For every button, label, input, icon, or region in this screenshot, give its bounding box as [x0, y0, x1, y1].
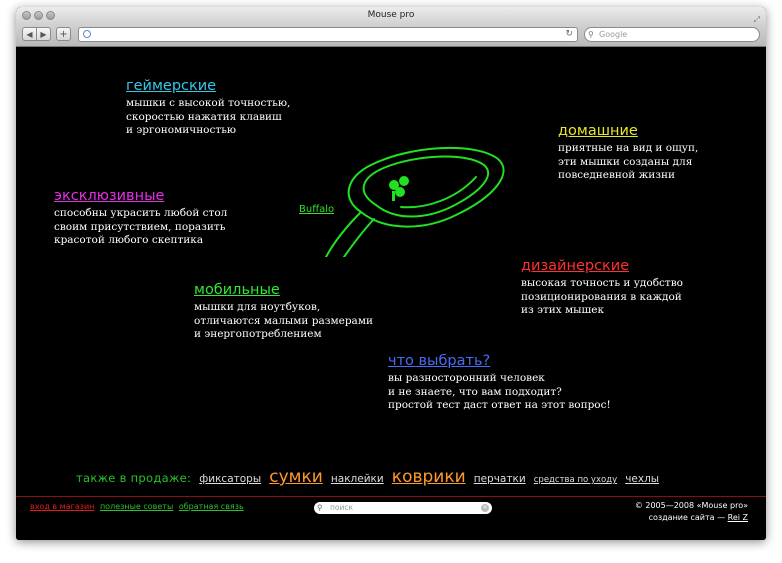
footer-copyright: © 2005—2008 «Mouse pro» создание сайта —…	[635, 500, 748, 524]
category-designer-text: высокая точность и удобство позициониров…	[521, 277, 683, 316]
category-gamer-link[interactable]: геймерские	[126, 77, 290, 95]
site-credit: создание сайта — Rei Z	[635, 512, 748, 524]
category-exclusive: эксклюзивные способны украсить любой сто…	[54, 187, 227, 248]
category-designer: дизайнерские высокая точность и удобство…	[521, 257, 683, 318]
footer-link-feedback[interactable]: обратная связь	[179, 502, 244, 511]
close-window-button[interactable]	[22, 11, 31, 20]
search-icon: ⚲	[317, 503, 323, 512]
back-button[interactable]: ◀	[22, 27, 37, 41]
category-gamer: геймерские мышки с высокой точностью, ск…	[126, 77, 290, 138]
credit-prefix: создание сайта —	[648, 513, 728, 522]
copyright-text: © 2005—2008 «Mouse pro»	[634, 501, 748, 510]
footer-link-useful-tips[interactable]: полезные советы	[100, 502, 173, 511]
footer-link-shop-login[interactable]: вход в магазин	[30, 502, 94, 511]
mouse-outline-image[interactable]	[316, 137, 516, 257]
minimize-window-button[interactable]	[34, 11, 43, 20]
category-choose: что выбрать? вы разносторонний человек и…	[388, 352, 611, 413]
category-gamer-text: мышки с высокой точностью, скоростью наж…	[126, 97, 291, 136]
site-search-placeholder: поиск	[330, 503, 354, 512]
category-home-link[interactable]: домашние	[558, 122, 698, 140]
also-link-bags[interactable]: сумки	[269, 467, 323, 487]
browser-window: Mouse pro ⤢ ◀ ▶ + ↻ ⚲ Google геймерские …	[16, 7, 766, 540]
clear-search-icon[interactable]: ×	[481, 504, 489, 512]
also-link-care-products[interactable]: средства по уходу	[534, 475, 617, 485]
page-content: геймерские мышки с высокой точностью, ск…	[16, 47, 766, 540]
footer-links: вход в магазин полезные советы обратная …	[30, 502, 247, 511]
browser-toolbar: ◀ ▶ + ↻ ⚲ Google	[16, 24, 766, 47]
globe-icon	[83, 30, 91, 38]
category-mobile-link[interactable]: мобильные	[194, 281, 373, 299]
window-title: Mouse pro	[367, 10, 415, 20]
category-home: домашние приятные на вид и ощуп, эти мыш…	[558, 122, 698, 183]
category-choose-text: вы разносторонний человек и не знаете, ч…	[388, 372, 611, 411]
address-bar[interactable]: ↻	[78, 27, 578, 42]
footer-divider	[16, 496, 766, 497]
category-mobile: мобильные мышки для ноутбуков, отличаютс…	[194, 281, 373, 342]
also-link-stickers[interactable]: наклейки	[331, 473, 384, 485]
also-link-cases[interactable]: чехлы	[625, 473, 659, 485]
add-bookmark-button[interactable]: +	[56, 27, 71, 41]
google-search-placeholder: Google	[599, 30, 628, 39]
site-search-input[interactable]: ⚲ поиск ×	[314, 502, 492, 514]
category-choose-link[interactable]: что выбрать?	[388, 352, 611, 370]
forward-button[interactable]: ▶	[36, 27, 51, 41]
search-icon: ⚲	[588, 30, 594, 39]
category-designer-link[interactable]: дизайнерские	[521, 257, 683, 275]
category-exclusive-text: способны украсить любой стол своим прису…	[54, 207, 228, 246]
category-home-text: приятные на вид и ощуп, эти мышки создан…	[558, 142, 699, 181]
title-bar: Mouse pro ⤢	[16, 7, 766, 24]
zoom-window-button[interactable]	[46, 11, 55, 20]
also-link-gloves[interactable]: перчатки	[474, 473, 526, 485]
mouse-brand-link[interactable]: Buffalo	[299, 204, 334, 215]
reload-icon[interactable]: ↻	[565, 28, 573, 41]
category-exclusive-link[interactable]: эксклюзивные	[54, 187, 227, 205]
google-search-field[interactable]: ⚲ Google	[584, 27, 760, 42]
also-on-sale-label: также в продаже:	[76, 471, 192, 485]
also-link-mousepads[interactable]: коврики	[392, 467, 466, 487]
credit-author-link[interactable]: Rei Z	[728, 513, 748, 522]
category-mobile-text: мышки для ноутбуков, отличаются малыми р…	[194, 301, 373, 340]
also-link-fixators[interactable]: фиксаторы	[199, 473, 261, 485]
also-on-sale-bar: также в продаже: фиксаторы сумки наклейк…	[76, 467, 659, 487]
